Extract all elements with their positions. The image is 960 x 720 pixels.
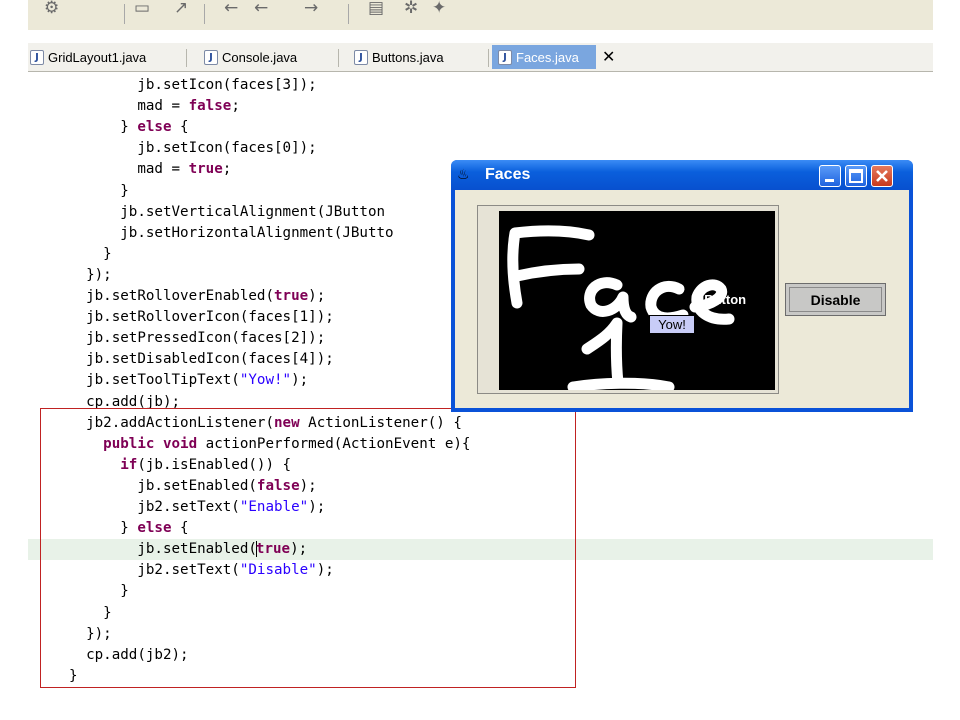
java-file-icon: J xyxy=(354,49,368,65)
java-file-icon: J xyxy=(30,49,44,65)
code-text: } xyxy=(69,245,112,262)
close-button[interactable] xyxy=(871,165,893,187)
tab-label: Faces.java xyxy=(516,49,579,65)
java-file-icon: J xyxy=(498,49,512,65)
code-line[interactable]: mad = false; xyxy=(28,96,240,117)
code-text: jb.setIcon(faces[3]); xyxy=(69,77,317,93)
faces-window: ♨ Faces JButton Disable xyxy=(451,160,913,412)
tab-divider xyxy=(488,49,489,67)
code-text: jb.setHorizontalAlignment(JButto xyxy=(69,224,394,241)
tab-faces[interactable]: J Faces.java xyxy=(492,45,596,69)
code-keyword: else xyxy=(137,119,172,136)
face-icon-button[interactable]: JButton xyxy=(477,205,779,394)
run-icon[interactable]: ✦ xyxy=(432,0,446,18)
code-text: mad = xyxy=(69,98,189,115)
save-icon[interactable]: ▤ xyxy=(368,0,384,18)
code-text: jb.setToolTipText( xyxy=(69,372,240,389)
toolbar-separator xyxy=(124,4,125,24)
code-line[interactable]: jb.setHorizontalAlignment(JButto xyxy=(28,223,394,244)
java-cup-icon: ♨ xyxy=(457,167,470,183)
face-button-label: JButton xyxy=(697,292,746,307)
toolbar-separator xyxy=(348,4,349,24)
code-text: } xyxy=(69,182,129,199)
tab-label: GridLayout1.java xyxy=(48,49,147,65)
face-image: JButton xyxy=(499,211,775,390)
tooltip: Yow! xyxy=(649,315,695,334)
handwritten-face-1: JButton xyxy=(507,225,746,390)
code-line[interactable]: jb.setVerticalAlignment(JButton xyxy=(28,202,385,223)
maximize-icon xyxy=(849,169,863,183)
toolbar: ⚙ ▭ ↗ ← ← → ▤ ✲ ✦ xyxy=(28,0,933,30)
code-text: ); xyxy=(291,372,309,389)
minimize-button[interactable] xyxy=(819,165,841,187)
tab-label: Console.java xyxy=(222,49,298,65)
code-text: jb.setRolloverIcon(faces[1]); xyxy=(69,309,334,326)
tab-label: Buttons.java xyxy=(372,49,444,65)
highlight-box xyxy=(40,408,576,688)
code-text: ; xyxy=(222,161,232,178)
window-titlebar[interactable]: ♨ Faces xyxy=(451,160,913,190)
code-text: jb.setPressedIcon(faces[2]); xyxy=(69,330,326,347)
code-text: jb.setVerticalAlignment(JButton xyxy=(69,203,386,220)
maximize-button[interactable] xyxy=(845,165,867,187)
code-line[interactable]: jb.setIcon(faces[3]); xyxy=(28,75,317,96)
code-text: { xyxy=(171,119,189,136)
code-line[interactable]: } xyxy=(28,244,112,265)
window-client: JButton Disable xyxy=(455,190,909,408)
code-line[interactable]: jb.setDisabledIcon(faces[4]); xyxy=(28,349,334,370)
code-text: ; xyxy=(231,98,240,115)
code-text: ); xyxy=(308,288,326,304)
code-line[interactable]: jb.setRolloverIcon(faces[1]); xyxy=(28,307,334,328)
disable-button[interactable]: Disable xyxy=(785,283,886,316)
editor-tab-bar: J GridLayout1.java J Console.java J Butt… xyxy=(28,43,933,72)
minimize-icon xyxy=(825,179,834,182)
code-line[interactable]: mad = true; xyxy=(28,159,231,180)
code-text: } xyxy=(69,119,138,136)
code-keyword: true xyxy=(274,288,309,304)
folder-icon[interactable]: ▭ xyxy=(134,0,150,18)
code-line[interactable]: } else { xyxy=(28,117,189,138)
close-icon xyxy=(876,170,888,182)
code-line[interactable]: }); xyxy=(28,265,112,286)
back-icon[interactable]: ← xyxy=(254,0,268,18)
tab-buttons[interactable]: J Buttons.java xyxy=(348,45,450,69)
code-text: jb.setRolloverEnabled( xyxy=(69,288,274,304)
code-line[interactable]: } xyxy=(28,181,129,202)
toolbar-separator xyxy=(204,4,205,24)
code-keyword: false xyxy=(188,98,232,115)
disable-button-label: Disable xyxy=(789,287,882,312)
bug-icon[interactable]: ✲ xyxy=(404,0,418,18)
code-keyword: true xyxy=(188,161,223,178)
tab-divider xyxy=(186,49,187,67)
code-string: "Yow!" xyxy=(239,372,292,389)
code-line[interactable]: jb.setPressedIcon(faces[2]); xyxy=(28,328,325,349)
forward-icon[interactable]: → xyxy=(304,0,318,18)
tab-console[interactable]: J Console.java xyxy=(198,45,303,69)
close-tab-icon[interactable]: ✕ xyxy=(602,47,615,66)
code-line[interactable]: jb.setToolTipText("Yow!"); xyxy=(28,370,308,391)
tab-divider xyxy=(338,49,339,67)
tab-gridlayout1[interactable]: J GridLayout1.java xyxy=(24,45,152,69)
code-text: mad = xyxy=(69,161,189,178)
code-line[interactable]: jb.setIcon(faces[0]); xyxy=(28,138,317,159)
arrow-icon[interactable]: ↗ xyxy=(174,0,188,18)
toolbar-icon[interactable]: ⚙ xyxy=(44,0,59,18)
window-title: Faces xyxy=(485,166,531,183)
code-text: }); xyxy=(69,266,112,283)
code-text: jb.setIcon(faces[0]); xyxy=(69,140,317,157)
java-file-icon: J xyxy=(204,49,218,65)
back-icon[interactable]: ← xyxy=(224,0,238,18)
code-line[interactable]: jb.setRolloverEnabled(true); xyxy=(28,286,325,307)
code-text: jb.setDisabledIcon(faces[4]); xyxy=(69,351,334,368)
